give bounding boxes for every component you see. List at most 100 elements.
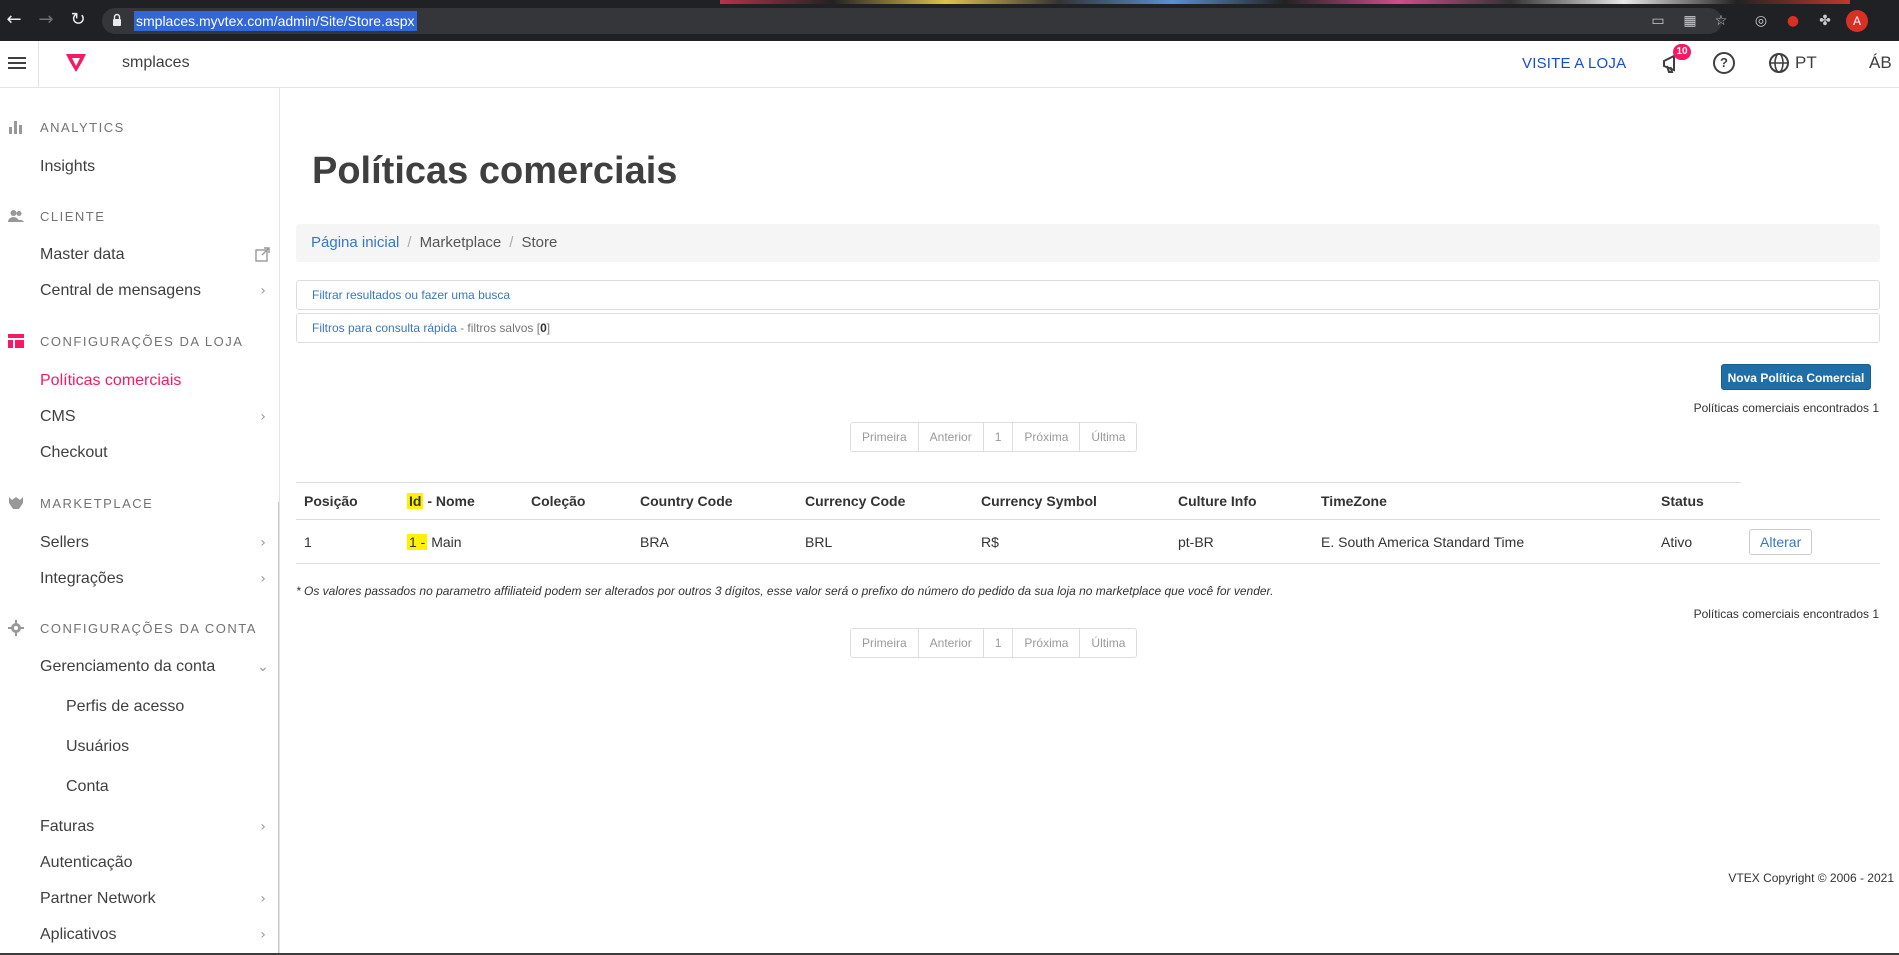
sidebar-item-integracoes[interactable]: Integrações ›: [40, 565, 270, 593]
pager-previous[interactable]: Anterior: [919, 629, 984, 657]
cell-nome: Main: [427, 533, 462, 550]
chevron-right-icon: ›: [260, 927, 266, 943]
pager-last[interactable]: Última: [1080, 423, 1136, 451]
quick-filters-bar[interactable]: Filtros para consulta rápida - filtros s…: [296, 313, 1880, 343]
col-header-status[interactable]: Status: [1653, 482, 1741, 520]
section-label: CLIENTE: [40, 209, 106, 224]
extension-red-icon[interactable]: ●: [1783, 11, 1803, 31]
forward-icon[interactable]: →: [36, 10, 56, 30]
pager-first[interactable]: Primeira: [851, 423, 919, 451]
col-header-currency-code[interactable]: Currency Code: [797, 482, 973, 520]
store-layout-icon: [8, 334, 24, 348]
results-count-top: Políticas comerciais encontrados 1: [1693, 401, 1879, 415]
sidebar-item-label: Perfis de acesso: [66, 698, 185, 715]
col-header-timezone[interactable]: TimeZone: [1313, 482, 1653, 520]
sidebar-item-aplicativos[interactable]: Aplicativos ›: [40, 921, 270, 949]
cell-timezone: E. South America Standard Time: [1313, 519, 1653, 564]
sidebar-item-politicas-comerciais[interactable]: Políticas comerciais: [40, 367, 270, 395]
pager-page-1[interactable]: 1: [984, 629, 1014, 657]
back-icon[interactable]: ←: [4, 10, 24, 30]
sidebar-item-partner-network[interactable]: Partner Network ›: [40, 885, 270, 913]
sidebar-item-checkout[interactable]: Checkout: [40, 439, 270, 467]
breadcrumb-separator: /: [407, 234, 412, 251]
sidebar-item-gerenciamento-conta[interactable]: Gerenciamento da conta ⌄: [40, 653, 270, 681]
sidebar-item-central-mensagens[interactable]: Central de mensagens ›: [40, 277, 270, 305]
col-header-colecao[interactable]: Coleção: [523, 482, 632, 520]
col-header-posicao[interactable]: Posição: [296, 482, 399, 520]
sidebar-item-label: Faturas: [40, 818, 95, 835]
filter-search-bar[interactable]: Filtrar resultados ou fazer uma busca: [296, 280, 1880, 310]
cell-currency-symbol: R$: [973, 519, 1170, 564]
pager-next[interactable]: Próxima: [1013, 629, 1081, 657]
sidebar-item-faturas[interactable]: Faturas ›: [40, 813, 270, 841]
extension-circle-icon[interactable]: ◎: [1751, 11, 1771, 31]
new-policy-button[interactable]: Nova Política Comercial: [1721, 364, 1871, 390]
col-header-id-nome[interactable]: Id - Nome: [399, 482, 523, 520]
sidebar-section-marketplace: MARKETPLACE: [0, 493, 279, 513]
pager-previous[interactable]: Anterior: [919, 423, 984, 451]
pager-page-1[interactable]: 1: [984, 423, 1014, 451]
sidebar-item-insights[interactable]: Insights: [40, 153, 270, 181]
cell-id: 1 -: [407, 533, 428, 550]
tab-strip-artwork: [720, 0, 1850, 4]
cell-posicao: 1: [296, 519, 399, 564]
external-link-icon: [255, 247, 270, 262]
url-text[interactable]: smplaces.myvtex.com/admin/Site/Store.asp…: [134, 11, 417, 31]
extensions-puzzle-icon[interactable]: ✤: [1815, 11, 1835, 31]
pager-first[interactable]: Primeira: [851, 629, 919, 657]
sidebar-item-label: Central de mensagens: [40, 282, 201, 299]
users-icon: [8, 210, 24, 222]
cell-currency-code: BRL: [797, 519, 973, 564]
vtex-logo[interactable]: [64, 52, 88, 74]
language-selector[interactable]: PT: [1795, 53, 1817, 73]
filter-search-label[interactable]: Filtrar resultados ou fazer uma busca: [312, 288, 510, 302]
reload-icon[interactable]: ↻: [68, 10, 88, 30]
sidebar-item-label: Gerenciamento da conta: [40, 658, 216, 675]
cell-status: Ativo: [1653, 519, 1741, 564]
help-icon[interactable]: ?: [1713, 52, 1735, 74]
pagination-top: Primeira Anterior 1 Próxima Última: [850, 422, 1138, 452]
sidebar-item-sellers[interactable]: Sellers ›: [40, 529, 270, 557]
breadcrumb-home-link[interactable]: Página inicial: [311, 234, 399, 251]
page-title: Políticas comerciais: [312, 150, 678, 192]
profile-avatar[interactable]: A: [1846, 10, 1868, 32]
pagination-bottom: Primeira Anterior 1 Próxima Última: [850, 628, 1138, 658]
col-header-currency-symbol[interactable]: Currency Symbol: [973, 482, 1170, 520]
col-header-culture-info[interactable]: Culture Info: [1170, 482, 1313, 520]
col-header-country-code[interactable]: Country Code: [632, 482, 797, 520]
quick-filters-link[interactable]: Filtros para consulta rápida: [312, 321, 457, 335]
gear-icon: [8, 620, 24, 636]
sidebar-item-conta[interactable]: Conta: [66, 773, 279, 801]
sidebar-item-autenticacao[interactable]: Autenticação: [40, 849, 270, 877]
sidebar: ANALYTICS Insights CLIENTE Master data C…: [0, 88, 280, 955]
chevron-right-icon: ›: [260, 571, 266, 587]
chevron-right-icon: ›: [260, 819, 266, 835]
store-name: smplaces: [122, 54, 190, 71]
section-label: CONFIGURAÇÕES DA CONTA: [40, 621, 257, 636]
sidebar-item-cms[interactable]: CMS ›: [40, 403, 270, 431]
sidebar-scrollbar[interactable]: [278, 502, 279, 955]
pager-last[interactable]: Última: [1080, 629, 1136, 657]
sidebar-item-label: Sellers: [40, 534, 89, 551]
sidebar-item-master-data[interactable]: Master data: [40, 241, 270, 269]
menu-hamburger-icon[interactable]: [8, 54, 26, 72]
col-header-actions: [1741, 482, 1880, 520]
pager-next[interactable]: Próxima: [1013, 423, 1081, 451]
sidebar-item-label: Aplicativos: [40, 926, 117, 943]
qr-code-icon[interactable]: ▦: [1680, 11, 1700, 31]
sidebar-item-label: Checkout: [40, 444, 108, 461]
policies-table: Posição Id - Nome Coleção Country Code C…: [296, 482, 1880, 564]
sidebar-item-usuarios[interactable]: Usuários: [66, 733, 279, 761]
marketplace-icon: [9, 497, 23, 509]
col-header-nome: - Nome: [423, 493, 475, 509]
sidebar-section-analytics: ANALYTICS: [0, 117, 279, 137]
bookmark-star-icon[interactable]: ☆: [1711, 11, 1731, 31]
cell-colecao: [523, 519, 632, 564]
visit-store-link[interactable]: VISITE A LOJA: [1522, 55, 1626, 72]
user-avatar[interactable]: ÁB: [1869, 53, 1892, 73]
globe-icon[interactable]: [1768, 52, 1790, 74]
sidebar-item-perfis-acesso[interactable]: Perfis de acesso: [66, 693, 279, 721]
edit-button[interactable]: Alterar: [1749, 528, 1813, 555]
cast-icon[interactable]: ▭: [1648, 11, 1668, 31]
bar-chart-icon: [9, 121, 22, 134]
